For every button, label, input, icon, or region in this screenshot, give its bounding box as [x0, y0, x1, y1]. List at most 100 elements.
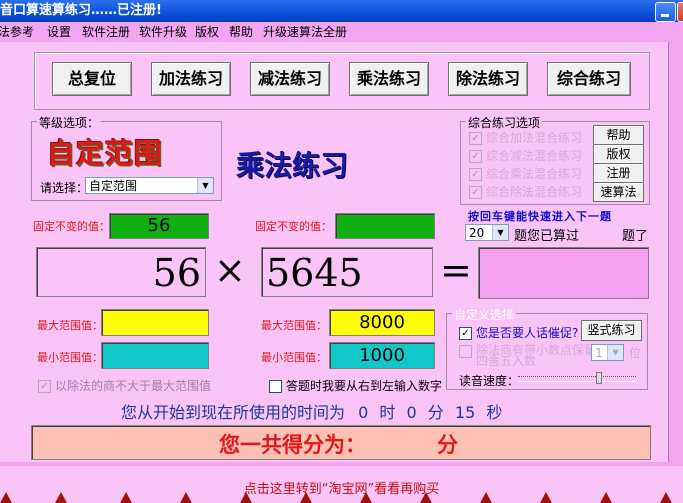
- enter-hint: 按回车键能快速进入下一题: [468, 210, 612, 223]
- checkbox-icon: ✓: [469, 168, 482, 181]
- minimize-button[interactable]: [655, 2, 676, 22]
- timer-hours-unit: 时: [379, 403, 396, 422]
- div-quotient-label: 以除法的商不大于最大范围值: [55, 379, 212, 393]
- voice-urge-check[interactable]: ✓ 您是否要人话催促?: [459, 324, 578, 341]
- min-right-label: 最小范围值：: [261, 351, 327, 364]
- custom-group-label: 自定义选择: [452, 306, 517, 323]
- level-select[interactable]: 自定范围 ▼: [85, 177, 214, 194]
- speed-slider[interactable]: [518, 372, 636, 384]
- checkbox-icon: ✓: [469, 132, 482, 145]
- menu-register[interactable]: 软件注册: [82, 22, 130, 42]
- checkbox-icon: ✓: [469, 186, 482, 199]
- timer-minutes-unit: 分: [427, 403, 444, 422]
- checkbox-icon: [269, 380, 282, 393]
- mode-title: 乘法练习: [236, 149, 349, 182]
- minimize-icon: [661, 14, 669, 17]
- decorative-border: [0, 492, 672, 503]
- combo-sub-label: 综合减法混合练习: [486, 149, 583, 163]
- count-unit: 题了: [622, 229, 649, 244]
- timer-minutes: 0: [406, 403, 417, 422]
- mix-practice-button[interactable]: 综合练习: [547, 62, 631, 96]
- level-select-value: 自定范围: [89, 179, 138, 193]
- answer-field[interactable]: [478, 247, 649, 299]
- window-title: 音口算速算练习……已注册!: [0, 3, 162, 18]
- decimal-select[interactable]: 1 ▼: [591, 344, 624, 361]
- decimal-label-line2: 四舍五入数: [476, 354, 537, 368]
- min-left-label: 最小范围值：: [37, 351, 103, 364]
- timer-line: 您从开始到现在所使用的时间为 0 时 0 分 15 秒: [121, 399, 502, 423]
- menu-help[interactable]: 帮助: [229, 22, 253, 42]
- footer-bar: 点击这里转到“淘宝网”看看再购买: [0, 466, 683, 503]
- fixed-left-field[interactable]: 56: [109, 213, 209, 239]
- max-right-field[interactable]: 8000: [329, 309, 435, 336]
- menu-settings[interactable]: 设置: [47, 22, 71, 42]
- div-quotient-check[interactable]: ✓ 以除法的商不大于最大范围值: [38, 377, 211, 394]
- fixed-right-label: 固定不变的值：: [255, 220, 332, 233]
- timer-seconds-unit: 秒: [486, 403, 503, 422]
- menu-reference[interactable]: 法参考: [0, 22, 34, 42]
- decimal-label: 除法商有带小数点保留 四舍五入数: [476, 344, 596, 368]
- checkbox-icon: ✓: [459, 327, 472, 340]
- checkbox-icon: [459, 345, 472, 358]
- help-button[interactable]: 帮助: [593, 125, 644, 145]
- decimal-select-value: 1: [595, 346, 603, 360]
- add-practice-button[interactable]: 加法练习: [151, 62, 231, 96]
- title-bar: 音口算速算练习……已注册!: [0, 0, 683, 22]
- sub-practice-button[interactable]: 减法练习: [250, 62, 330, 96]
- min-right-field[interactable]: 1000: [329, 342, 435, 369]
- combo-mul-label: 综合乘法混合练习: [486, 167, 583, 181]
- speed-method-button[interactable]: 速算法: [593, 182, 644, 202]
- close-button[interactable]: [677, 2, 683, 22]
- mul-practice-button[interactable]: 乘法练习: [349, 62, 429, 96]
- speed-label: 读音速度：: [459, 374, 520, 388]
- menu-upgrade-all[interactable]: 升级速算法全册: [263, 22, 347, 42]
- checkbox-icon: ✓: [469, 150, 482, 163]
- decimal-unit: 位: [629, 346, 642, 360]
- combo-div-label: 综合除法混合练习: [486, 185, 583, 199]
- chevron-down-icon: ▼: [492, 225, 508, 240]
- chevron-down-icon: ▼: [607, 345, 623, 360]
- slider-handle[interactable]: [596, 372, 602, 384]
- combo-mul-check[interactable]: ✓ 综合乘法混合练习: [469, 165, 582, 182]
- min-left-field[interactable]: [101, 342, 209, 369]
- combo-add-label: 综合加法混合练习: [486, 131, 583, 145]
- rtl-input-label: 答题时我要从右到左输入数字: [286, 379, 443, 393]
- combo-div-check[interactable]: ✓ 综合除法混合练习: [469, 183, 582, 200]
- chevron-down-icon: ▼: [197, 178, 213, 193]
- level-group-label: 等级选项：: [37, 114, 102, 131]
- count-select-value: 20: [469, 226, 485, 240]
- choose-label: 请选择：: [40, 181, 89, 195]
- operand2-field: 5645: [261, 247, 433, 297]
- vertical-practice-button[interactable]: 竖式练习: [581, 320, 642, 341]
- register-button[interactable]: 注册: [593, 163, 644, 183]
- score-label: 您一共得分为：: [219, 433, 366, 457]
- menu-upgrade[interactable]: 软件升级: [139, 22, 187, 42]
- fixed-left-label: 固定不变的值：: [33, 220, 110, 233]
- max-right-label: 最大范围值：: [261, 319, 327, 332]
- combo-add-check[interactable]: ✓ 综合加法混合练习: [469, 129, 582, 146]
- menu-bar: 法参考 设置 软件注册 软件升级 版权 帮助 升级速算法全册: [0, 22, 683, 42]
- checkbox-icon: ✓: [38, 380, 51, 393]
- rtl-input-check[interactable]: 答题时我要从右到左输入数字: [269, 377, 442, 394]
- count-select[interactable]: 20 ▼: [465, 224, 509, 241]
- count-label: 题您已算过: [514, 229, 580, 244]
- custom-range-title: 自定范围: [47, 137, 164, 170]
- max-left-label: 最大范围值：: [37, 319, 103, 332]
- operand1-field: 56: [36, 247, 206, 297]
- fixed-right-field[interactable]: [335, 213, 435, 239]
- combo-sub-check[interactable]: ✓ 综合减法混合练习: [469, 147, 582, 164]
- menu-copyright[interactable]: 版权: [195, 22, 219, 42]
- operator-sign: ×: [214, 248, 246, 292]
- timer-seconds: 15: [454, 403, 476, 422]
- equals-sign: =: [440, 248, 472, 292]
- reset-button[interactable]: 总复位: [52, 62, 132, 96]
- timer-prefix: 您从开始到现在所使用的时间为: [121, 403, 346, 422]
- div-practice-button[interactable]: 除法练习: [448, 62, 528, 96]
- max-left-field[interactable]: [101, 309, 209, 336]
- copyright-button[interactable]: 版权: [593, 144, 644, 164]
- timer-hours: 0: [358, 403, 369, 422]
- score-unit: 分: [437, 433, 458, 457]
- decimal-check[interactable]: 除法商有带小数点保留 四舍五入数: [459, 344, 596, 368]
- voice-urge-label: 您是否要人话催促?: [476, 326, 579, 340]
- score-bar: 您一共得分为： 分: [31, 425, 651, 460]
